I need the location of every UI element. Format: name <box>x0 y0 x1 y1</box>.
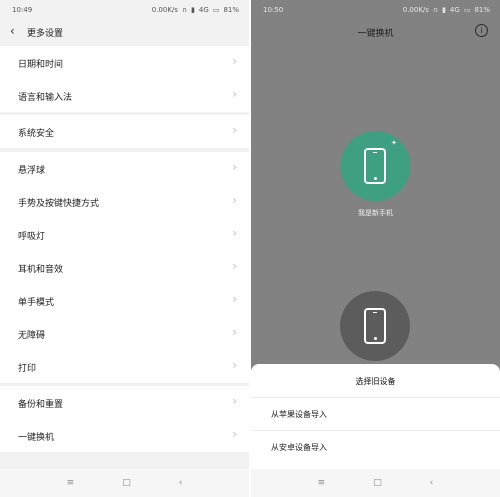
settings-item-label: 手势及按键快捷方式 <box>18 199 100 209</box>
new-phone-label: 我是新手机 <box>358 209 393 217</box>
title-bar: ‹ 更多设置 <box>0 20 249 44</box>
battery-icon: ▭ <box>463 6 471 14</box>
chevron-right-icon: › <box>232 123 237 137</box>
settings-item[interactable]: 打印 › <box>0 350 249 382</box>
back-icon[interactable]: ‹ <box>179 478 183 488</box>
status-indicators: 0.00K/s ∩ ▮ 4G ▭ 81% <box>152 6 239 14</box>
settings-group: 系统安全 › <box>0 115 249 148</box>
battery-icon: ▭ <box>212 6 220 14</box>
settings-item[interactable]: 耳机和音效 › <box>0 251 249 283</box>
chevron-right-icon: › <box>232 87 237 101</box>
settings-item-label: 系统安全 <box>18 129 55 139</box>
title-bar: 一键换机 i <box>251 20 500 44</box>
chevron-right-icon: › <box>232 160 237 174</box>
chevron-right-icon: › <box>232 394 237 408</box>
settings-item[interactable]: 无障碍 › <box>0 317 249 349</box>
battery-level: 81% <box>474 6 490 14</box>
settings-item-label: 悬浮球 <box>18 166 46 176</box>
divider <box>251 430 500 431</box>
status-bar: 10:49 0.00K/s ∩ ▮ 4G ▭ 81% <box>0 0 249 20</box>
settings-item-label: 打印 <box>18 364 37 374</box>
chevron-right-icon: › <box>232 325 237 339</box>
settings-group: 悬浮球 › 手势及按键快捷方式 › 呼吸灯 › 耳机和音效 › 单手模式 › 无障碍 › 打印 › <box>0 152 249 383</box>
settings-item-label: 无障碍 <box>18 331 46 341</box>
settings-item-label: 单手模式 <box>18 298 55 308</box>
settings-group: 备份和重置 › 一键换机 › <box>0 386 249 452</box>
back-arrow-icon[interactable]: ‹ <box>10 24 15 38</box>
navigation-bar: ≡ □ ‹ <box>0 469 249 497</box>
signal-icon: ▮ <box>442 6 446 14</box>
battery-level: 81% <box>223 6 239 14</box>
select-old-device-sheet: 选择旧设备 从苹果设备导入 从安卓设备导入 <box>251 364 500 469</box>
home-icon[interactable]: □ <box>122 478 131 488</box>
settings-item-label: 呼吸灯 <box>18 232 46 242</box>
settings-item[interactable]: 手势及按键快捷方式 › <box>0 185 249 217</box>
chevron-right-icon: › <box>232 259 237 273</box>
status-time: 10:50 <box>263 6 284 14</box>
new-phone-button[interactable]: ✦ <box>340 131 410 201</box>
chevron-right-icon: › <box>232 54 237 68</box>
page-title: 更多设置 <box>27 29 64 39</box>
chevron-right-icon: › <box>232 193 237 207</box>
divider <box>251 397 500 398</box>
settings-group: 日期和时间 › 语言和输入法 › <box>0 46 249 112</box>
network-speed: 0.00K/s <box>151 6 178 14</box>
chevron-right-icon: › <box>232 226 237 240</box>
headphone-icon: ∩ <box>181 6 188 14</box>
settings-item[interactable]: 语言和输入法 › <box>0 79 249 111</box>
network-type: 4G <box>449 6 460 14</box>
settings-item-label: 日期和时间 <box>18 60 64 70</box>
signal-icon: ▮ <box>191 6 195 14</box>
settings-item[interactable]: 系统安全 › <box>0 115 249 147</box>
option-label: 从苹果设备导入 <box>271 410 327 419</box>
option-label: 从安卓设备导入 <box>271 443 327 452</box>
back-icon[interactable]: ‹ <box>430 478 434 488</box>
old-phone-button[interactable] <box>340 291 410 361</box>
settings-item[interactable]: 日期和时间 › <box>0 46 249 78</box>
settings-item-label: 耳机和音效 <box>18 265 64 275</box>
import-from-apple-option[interactable]: 从苹果设备导入 <box>251 399 500 429</box>
sheet-title: 选择旧设备 <box>355 377 396 386</box>
smartphone-icon <box>364 308 386 344</box>
settings-item[interactable]: 备份和重置 › <box>0 386 249 418</box>
settings-item-label: 备份和重置 <box>18 400 64 410</box>
chevron-right-icon: › <box>232 292 237 306</box>
network-speed: 0.00K/s <box>402 6 429 14</box>
headphone-icon: ∩ <box>432 6 439 14</box>
settings-item[interactable]: 一键换机 › <box>0 419 249 451</box>
phone-clone-screen: 10:50 0.00K/s ∩ ▮ 4G ▭ 81% 一键换机 i ✦ 我是新手… <box>251 0 500 497</box>
chevron-right-icon: › <box>232 427 237 441</box>
settings-item[interactable]: 单手模式 › <box>0 284 249 316</box>
more-settings-screen: 10:49 0.00K/s ∩ ▮ 4G ▭ 81% ‹ 更多设置 日期和时间 ›… <box>0 0 249 497</box>
status-bar: 10:50 0.00K/s ∩ ▮ 4G ▭ 81% <box>251 0 500 20</box>
settings-item[interactable]: 呼吸灯 › <box>0 218 249 250</box>
sparkle-icon: ✦ <box>391 139 397 147</box>
status-indicators: 0.00K/s ∩ ▮ 4G ▭ 81% <box>403 6 490 14</box>
settings-item-label: 一键换机 <box>18 433 55 443</box>
network-type: 4G <box>198 6 209 14</box>
info-icon[interactable]: i <box>475 24 488 37</box>
status-time: 10:49 <box>12 6 33 14</box>
navigation-bar: ≡ □ ‹ <box>251 469 500 497</box>
chevron-right-icon: › <box>232 358 237 372</box>
page-title: 一键换机 <box>357 29 394 39</box>
menu-icon[interactable]: ≡ <box>318 478 326 488</box>
import-from-android-option[interactable]: 从安卓设备导入 <box>251 432 500 462</box>
settings-item[interactable]: 悬浮球 › <box>0 152 249 184</box>
smartphone-icon <box>364 148 386 184</box>
home-icon[interactable]: □ <box>373 478 382 488</box>
menu-icon[interactable]: ≡ <box>67 478 75 488</box>
settings-item-label: 语言和输入法 <box>18 93 73 103</box>
